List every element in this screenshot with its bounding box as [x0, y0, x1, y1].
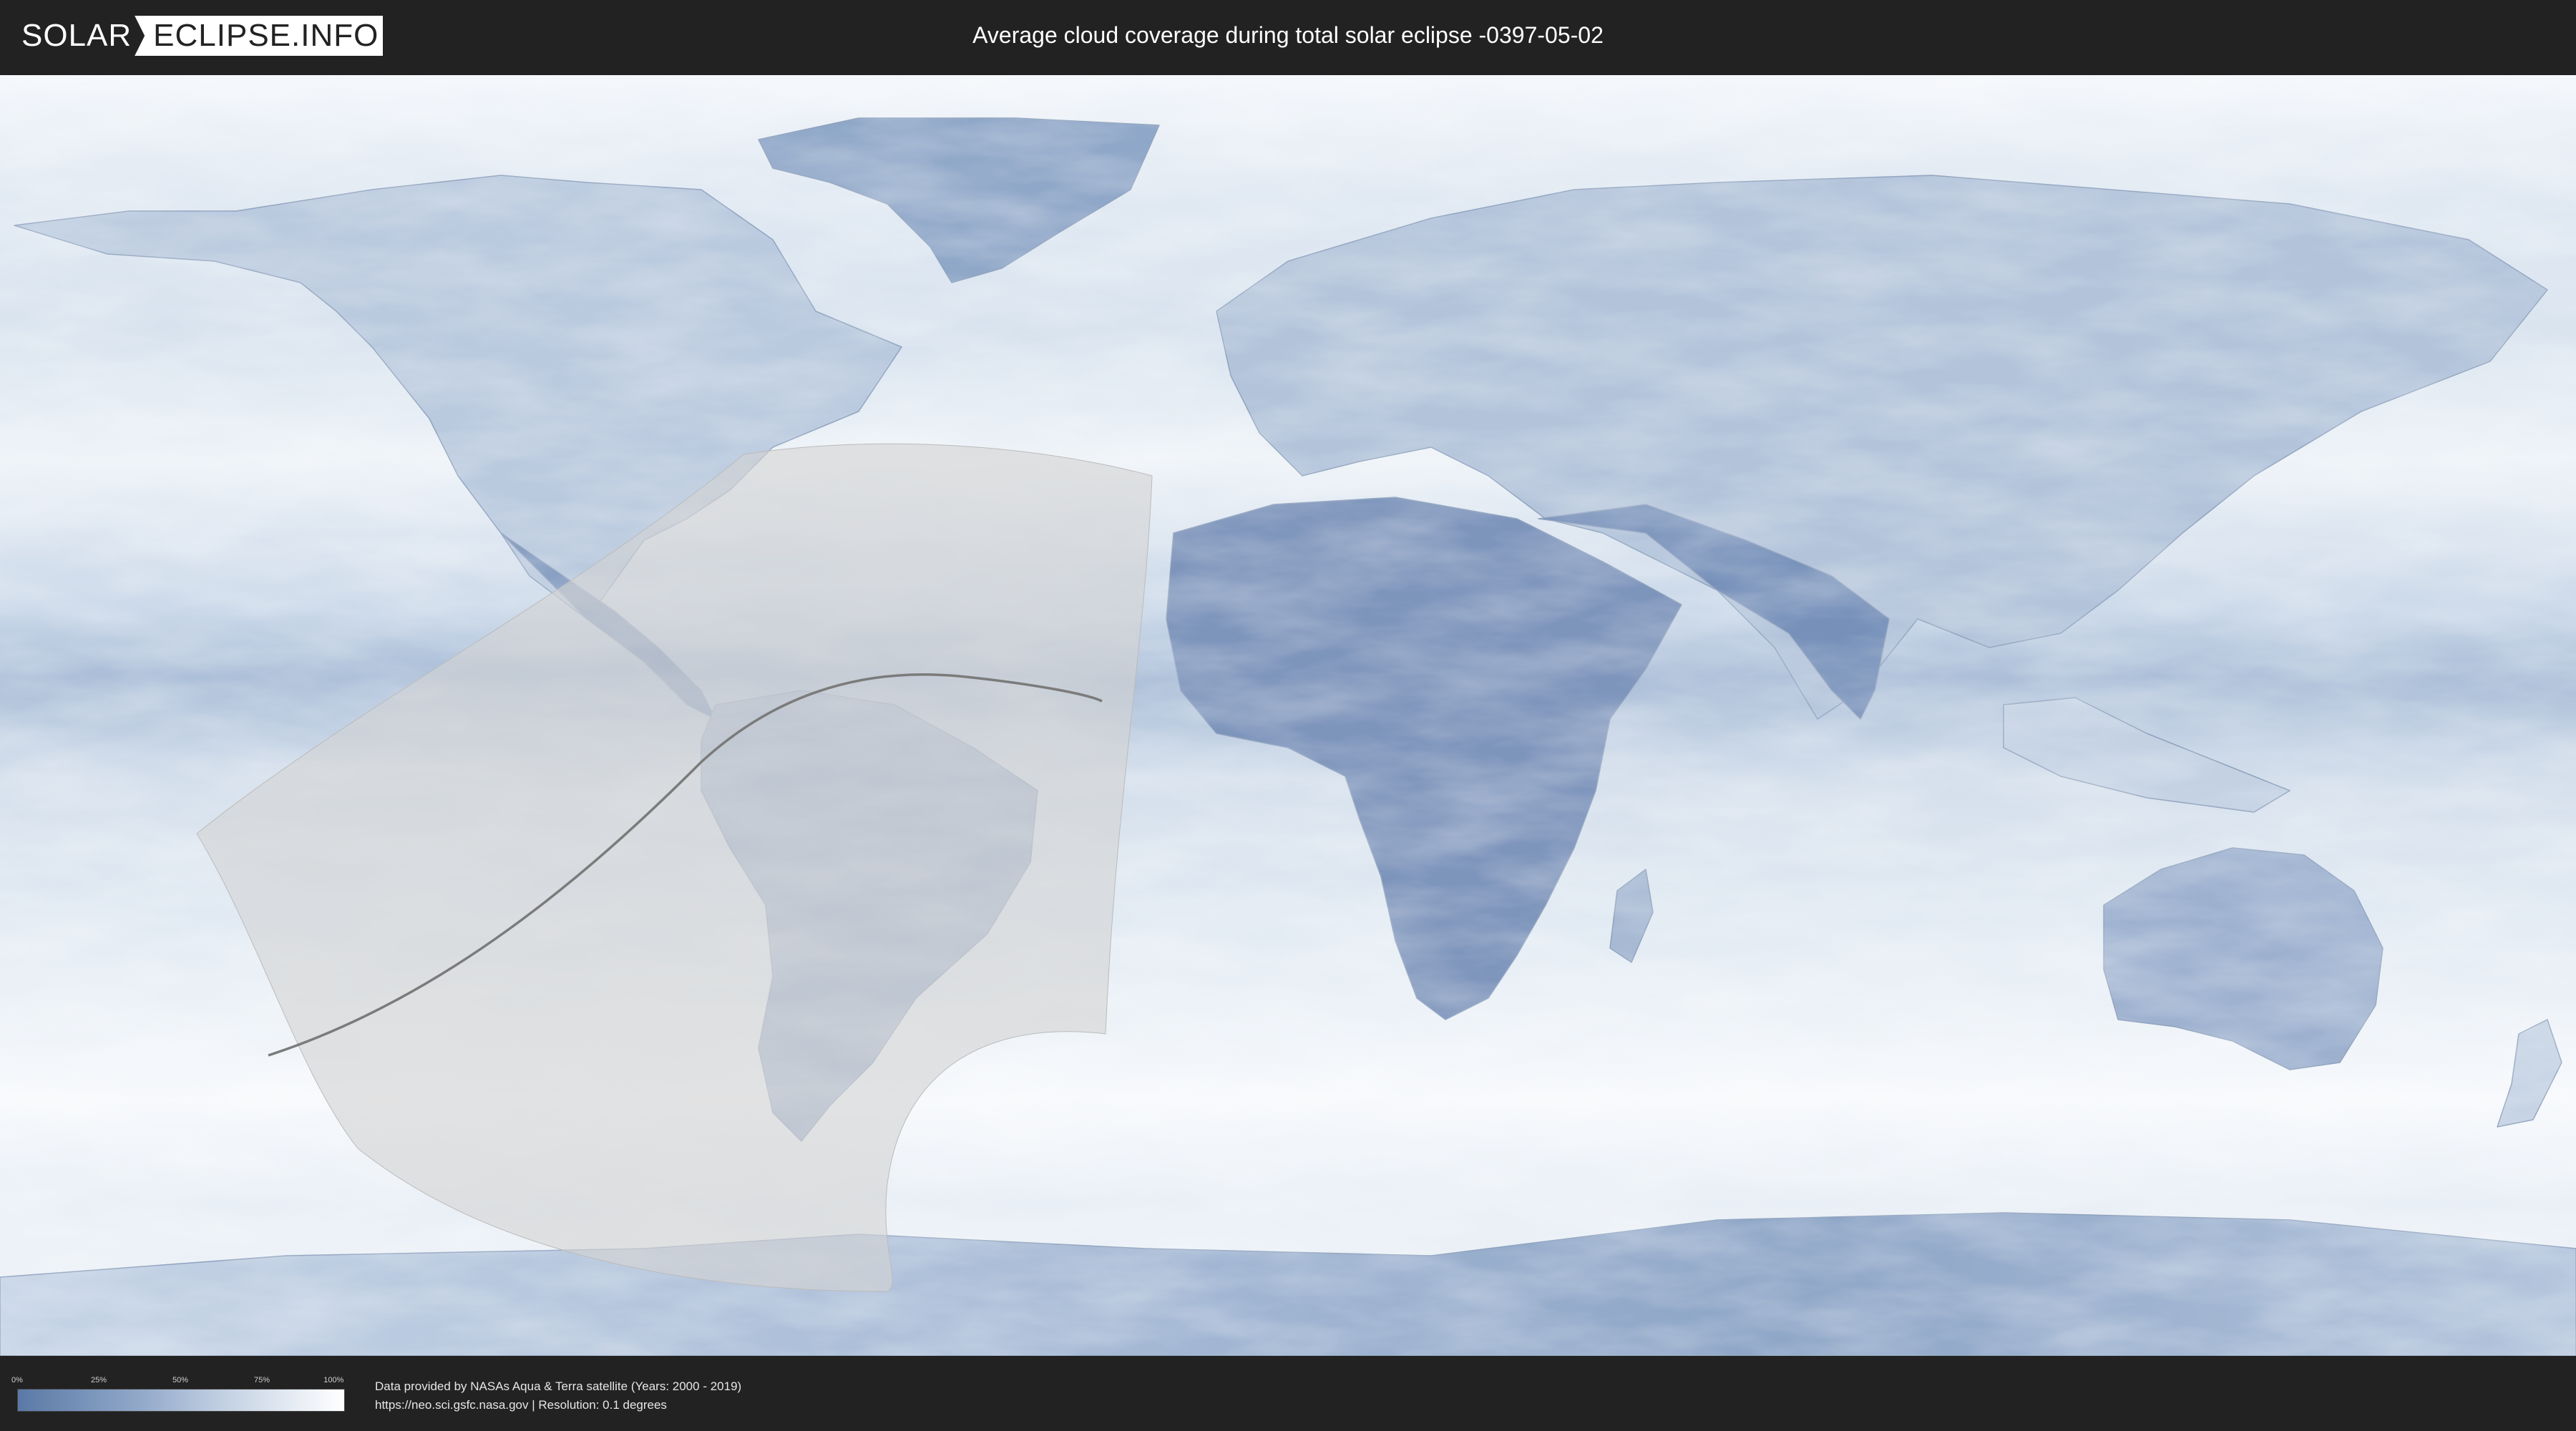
legend-tick-100: 100%: [323, 1376, 344, 1384]
legend-ticks: 0% 25% 50% 75% 100%: [11, 1376, 344, 1389]
legend-tick-75: 75%: [253, 1376, 270, 1384]
data-credits: Data provided by NASAs Aqua & Terra sate…: [375, 1377, 741, 1415]
cloud-coverage-legend: 0% 25% 50% 75% 100%: [11, 1376, 345, 1412]
legend-tick-0: 0%: [11, 1376, 23, 1384]
legend-color-bar: [17, 1389, 345, 1412]
header: SOLAR ECLIPSE.INFO Average cloud coverag…: [0, 0, 2576, 72]
page-title: Average cloud coverage during total sola…: [972, 22, 1604, 48]
credit-line-source: Data provided by NASAs Aqua & Terra sate…: [375, 1379, 742, 1393]
footer: 0% 25% 50% 75% 100% Data provided by NAS…: [0, 1356, 2576, 1431]
map-svg: [0, 75, 2576, 1356]
cloud-coverage-map: [0, 75, 2576, 1356]
legend-tick-25: 25%: [90, 1376, 107, 1384]
credit-line-url[interactable]: https://neo.sci.gsfc.nasa.gov | Resoluti…: [375, 1396, 741, 1415]
page: SOLAR ECLIPSE.INFO Average cloud coverag…: [0, 0, 2576, 1431]
legend-tick-50: 50%: [172, 1376, 189, 1384]
